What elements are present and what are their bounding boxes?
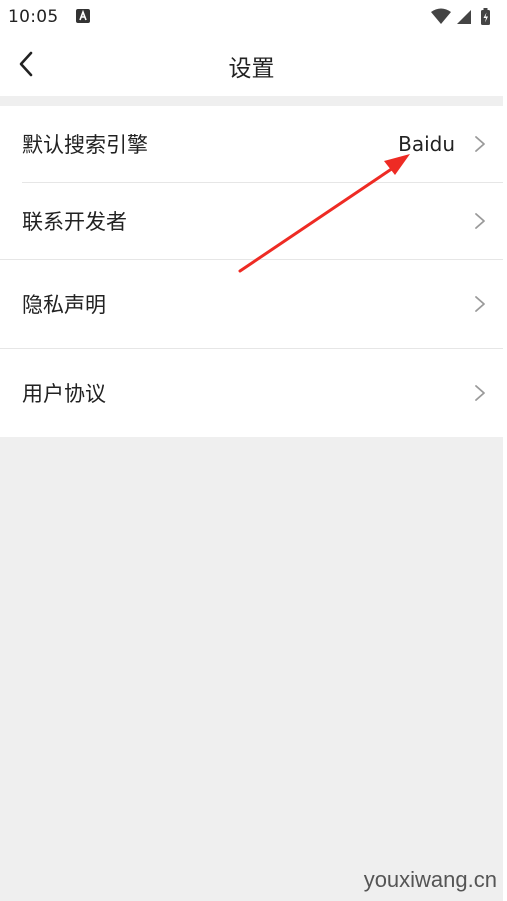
wifi-icon [431, 8, 451, 24]
settings-list: 默认搜索引擎 Baidu 联系开发者 隐私声明 用户协议 [0, 106, 503, 437]
settings-item-label: 联系开发者 [22, 210, 127, 234]
signal-icon [457, 10, 471, 24]
chevron-right-icon [475, 213, 485, 229]
page-title: 设置 [228, 56, 275, 82]
settings-item-label: 用户协议 [22, 382, 106, 406]
status-icons [431, 8, 490, 25]
settings-item-contact-developer[interactable]: 联系开发者 [0, 183, 503, 259]
settings-item-label: 隐私声明 [22, 293, 106, 317]
settings-item-user-agreement[interactable]: 用户协议 [0, 349, 503, 437]
watermark: youxiwang.cn [363, 867, 497, 892]
settings-item-default-search-engine[interactable]: 默认搜索引擎 Baidu [0, 106, 503, 182]
chevron-right-icon [475, 296, 485, 312]
chevron-right-icon [475, 385, 485, 401]
header-bar: 设置 [0, 34, 503, 96]
settings-item-label: 默认搜索引擎 [22, 133, 148, 157]
status-bar: 10:05 [0, 0, 503, 34]
chevron-right-icon [475, 136, 485, 152]
right-edge-strip [503, 0, 507, 901]
notification-a-icon [76, 9, 90, 23]
search-engine-value: Baidu [398, 132, 455, 156]
status-time: 10:05 [8, 7, 59, 27]
battery-icon [481, 8, 490, 25]
settings-item-privacy-statement[interactable]: 隐私声明 [0, 260, 503, 348]
